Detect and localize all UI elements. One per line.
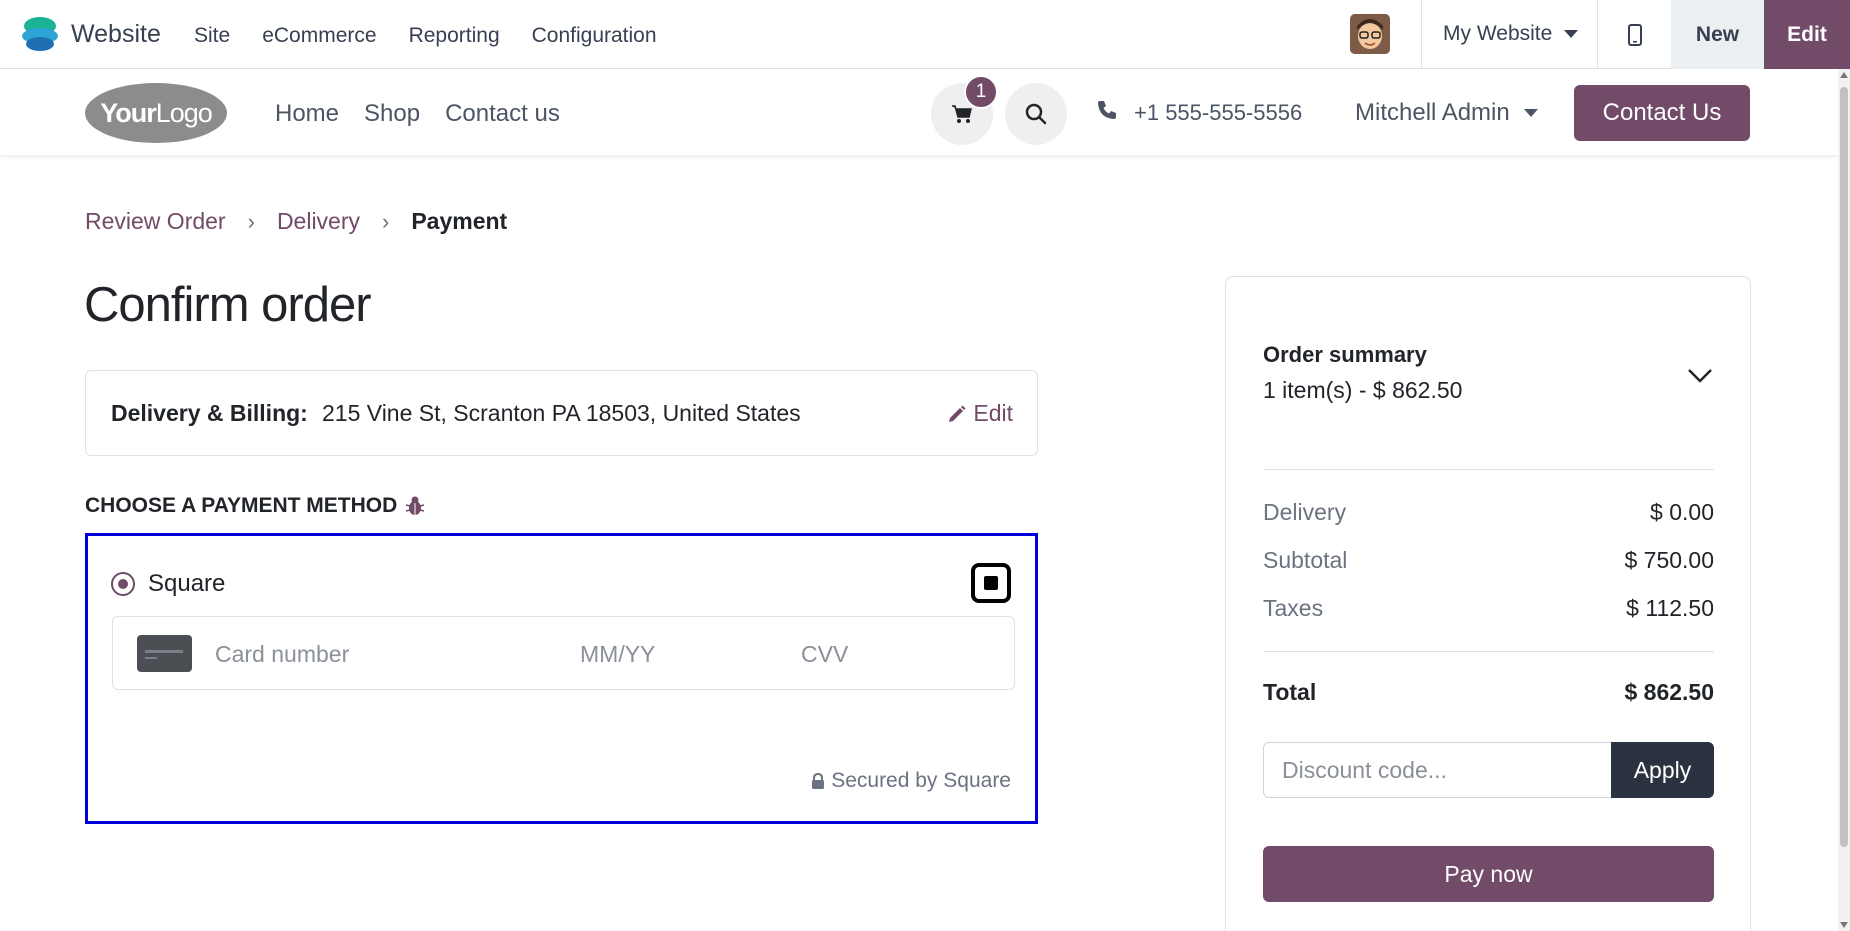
search-icon: [1025, 103, 1047, 125]
scroll-thumb[interactable]: [1840, 87, 1848, 847]
payment-method-heading-text: CHOOSE A PAYMENT METHOD: [85, 494, 398, 517]
card-details-field[interactable]: Card number MM/YY CVV: [112, 616, 1015, 690]
cart-count-badge: 1: [964, 75, 998, 109]
site-logo[interactable]: Your Logo: [85, 83, 227, 143]
menu-ecommerce[interactable]: eCommerce: [262, 24, 376, 48]
website-app-icon[interactable]: [20, 14, 60, 54]
avatar-face-icon: [1350, 14, 1390, 54]
mobile-preview-button[interactable]: [1620, 20, 1650, 50]
divider: [1597, 0, 1598, 69]
user-name: Mitchell Admin: [1355, 99, 1510, 126]
lock-icon: [812, 772, 825, 789]
app-title[interactable]: Website: [71, 20, 161, 49]
order-summary-panel: Order summary 1 item(s) - $ 862.50 Deliv…: [1225, 276, 1751, 931]
payment-method-label[interactable]: Square: [148, 570, 225, 598]
delivery-billing-card: Delivery & Billing: 215 Vine St, Scranto…: [85, 370, 1038, 456]
summary-row-label: Taxes: [1263, 595, 1324, 621]
summary-row-taxes: Taxes $ 112.50: [1263, 595, 1714, 622]
breadcrumb: Review Order › Delivery › Payment: [85, 208, 507, 235]
page-title: Confirm order: [84, 278, 372, 332]
total-value: $ 862.50: [1624, 679, 1714, 705]
chevron-right-icon: ›: [382, 208, 390, 234]
edit-address-link[interactable]: Edit: [947, 400, 1013, 427]
summary-row-label: Subtotal: [1263, 547, 1348, 573]
expiry-input[interactable]: MM/YY: [580, 641, 655, 668]
discount-code-input[interactable]: [1263, 742, 1612, 798]
summary-total: Total $ 862.50: [1263, 679, 1714, 706]
summary-row-value: $ 750.00: [1624, 547, 1714, 573]
phone-number[interactable]: +1 555-555-5556: [1134, 100, 1302, 126]
site-nav: Home Shop Contact us: [275, 100, 585, 128]
summary-row-subtotal: Subtotal $ 750.00: [1263, 547, 1714, 574]
caret-down-icon: [1564, 30, 1579, 38]
caret-down-icon: [1523, 109, 1538, 117]
menu-configuration[interactable]: Configuration: [532, 24, 657, 48]
new-button[interactable]: New: [1671, 0, 1764, 69]
radio-selected-dot: [118, 579, 128, 589]
logo-text-bold: Your: [100, 97, 156, 128]
chevron-down-icon[interactable]: [1686, 367, 1714, 385]
admin-menu: Site eCommerce Reporting Configuration: [194, 24, 689, 48]
chevron-right-icon: ›: [247, 208, 255, 234]
divider: [1421, 0, 1422, 69]
scrollbar[interactable]: [1838, 69, 1850, 931]
pay-now-button[interactable]: Pay now: [1263, 846, 1714, 902]
search-button[interactable]: [1005, 83, 1067, 145]
order-summary-title: Order summary: [1263, 342, 1427, 367]
menu-reporting[interactable]: Reporting: [409, 24, 500, 48]
user-menu[interactable]: Mitchell Admin: [1355, 99, 1538, 127]
address-value: 215 Vine St, Scranton PA 18503, United S…: [322, 400, 801, 426]
bug-icon: [406, 496, 425, 515]
edit-button[interactable]: Edit: [1764, 0, 1850, 69]
order-summary-count: 1 item(s) - $ 862.50: [1263, 377, 1463, 403]
payment-method-square[interactable]: Square Card number MM/YY CVV Secured by …: [85, 533, 1038, 824]
payment-method-heading: CHOOSE A PAYMENT METHOD: [85, 494, 427, 518]
summary-row-label: Delivery: [1263, 499, 1347, 525]
breadcrumb-delivery[interactable]: Delivery: [277, 208, 360, 235]
divider: [1263, 469, 1714, 470]
phone-icon: [1098, 101, 1116, 119]
contact-us-button[interactable]: Contact Us: [1574, 85, 1750, 141]
cvv-input[interactable]: CVV: [801, 641, 848, 668]
website-selector[interactable]: My Website: [1443, 22, 1579, 46]
nav-home[interactable]: Home: [275, 100, 339, 128]
menu-site[interactable]: Site: [194, 24, 230, 48]
secured-text: Secured by Square: [831, 769, 1011, 792]
card-number-input[interactable]: Card number: [215, 641, 349, 668]
square-logo-icon: [971, 563, 1011, 603]
summary-row-value: $ 0.00: [1650, 499, 1714, 525]
apply-discount-button[interactable]: Apply: [1611, 742, 1714, 798]
breadcrumb-review-order[interactable]: Review Order: [85, 208, 226, 235]
divider: [1263, 651, 1714, 652]
payment-radio[interactable]: [111, 572, 135, 596]
website-header: Your Logo Home Shop Contact us 1 +1 555-5…: [0, 69, 1838, 155]
scroll-down-arrow-icon[interactable]: [1840, 922, 1848, 928]
cart-icon: [952, 105, 972, 123]
nav-shop[interactable]: Shop: [364, 100, 420, 128]
user-avatar[interactable]: [1350, 14, 1390, 54]
summary-row-delivery: Delivery $ 0.00: [1263, 499, 1714, 526]
secured-by-square: Secured by Square: [811, 769, 1011, 793]
website-selector-label: My Website: [1443, 22, 1553, 45]
mobile-phone-icon: [1628, 24, 1642, 46]
edit-address-label: Edit: [973, 400, 1013, 426]
logo-text-light: Logo: [155, 97, 213, 128]
admin-bar: Website Site eCommerce Reporting Configu…: [0, 0, 1850, 69]
total-label: Total: [1263, 679, 1317, 705]
nav-contact-us[interactable]: Contact us: [445, 100, 560, 128]
credit-card-icon: [137, 635, 192, 672]
scroll-up-arrow-icon[interactable]: [1840, 72, 1848, 78]
address-label: Delivery & Billing:: [111, 400, 308, 426]
breadcrumb-payment: Payment: [411, 208, 508, 234]
pencil-icon: [949, 405, 966, 422]
summary-row-value: $ 112.50: [1626, 595, 1714, 621]
